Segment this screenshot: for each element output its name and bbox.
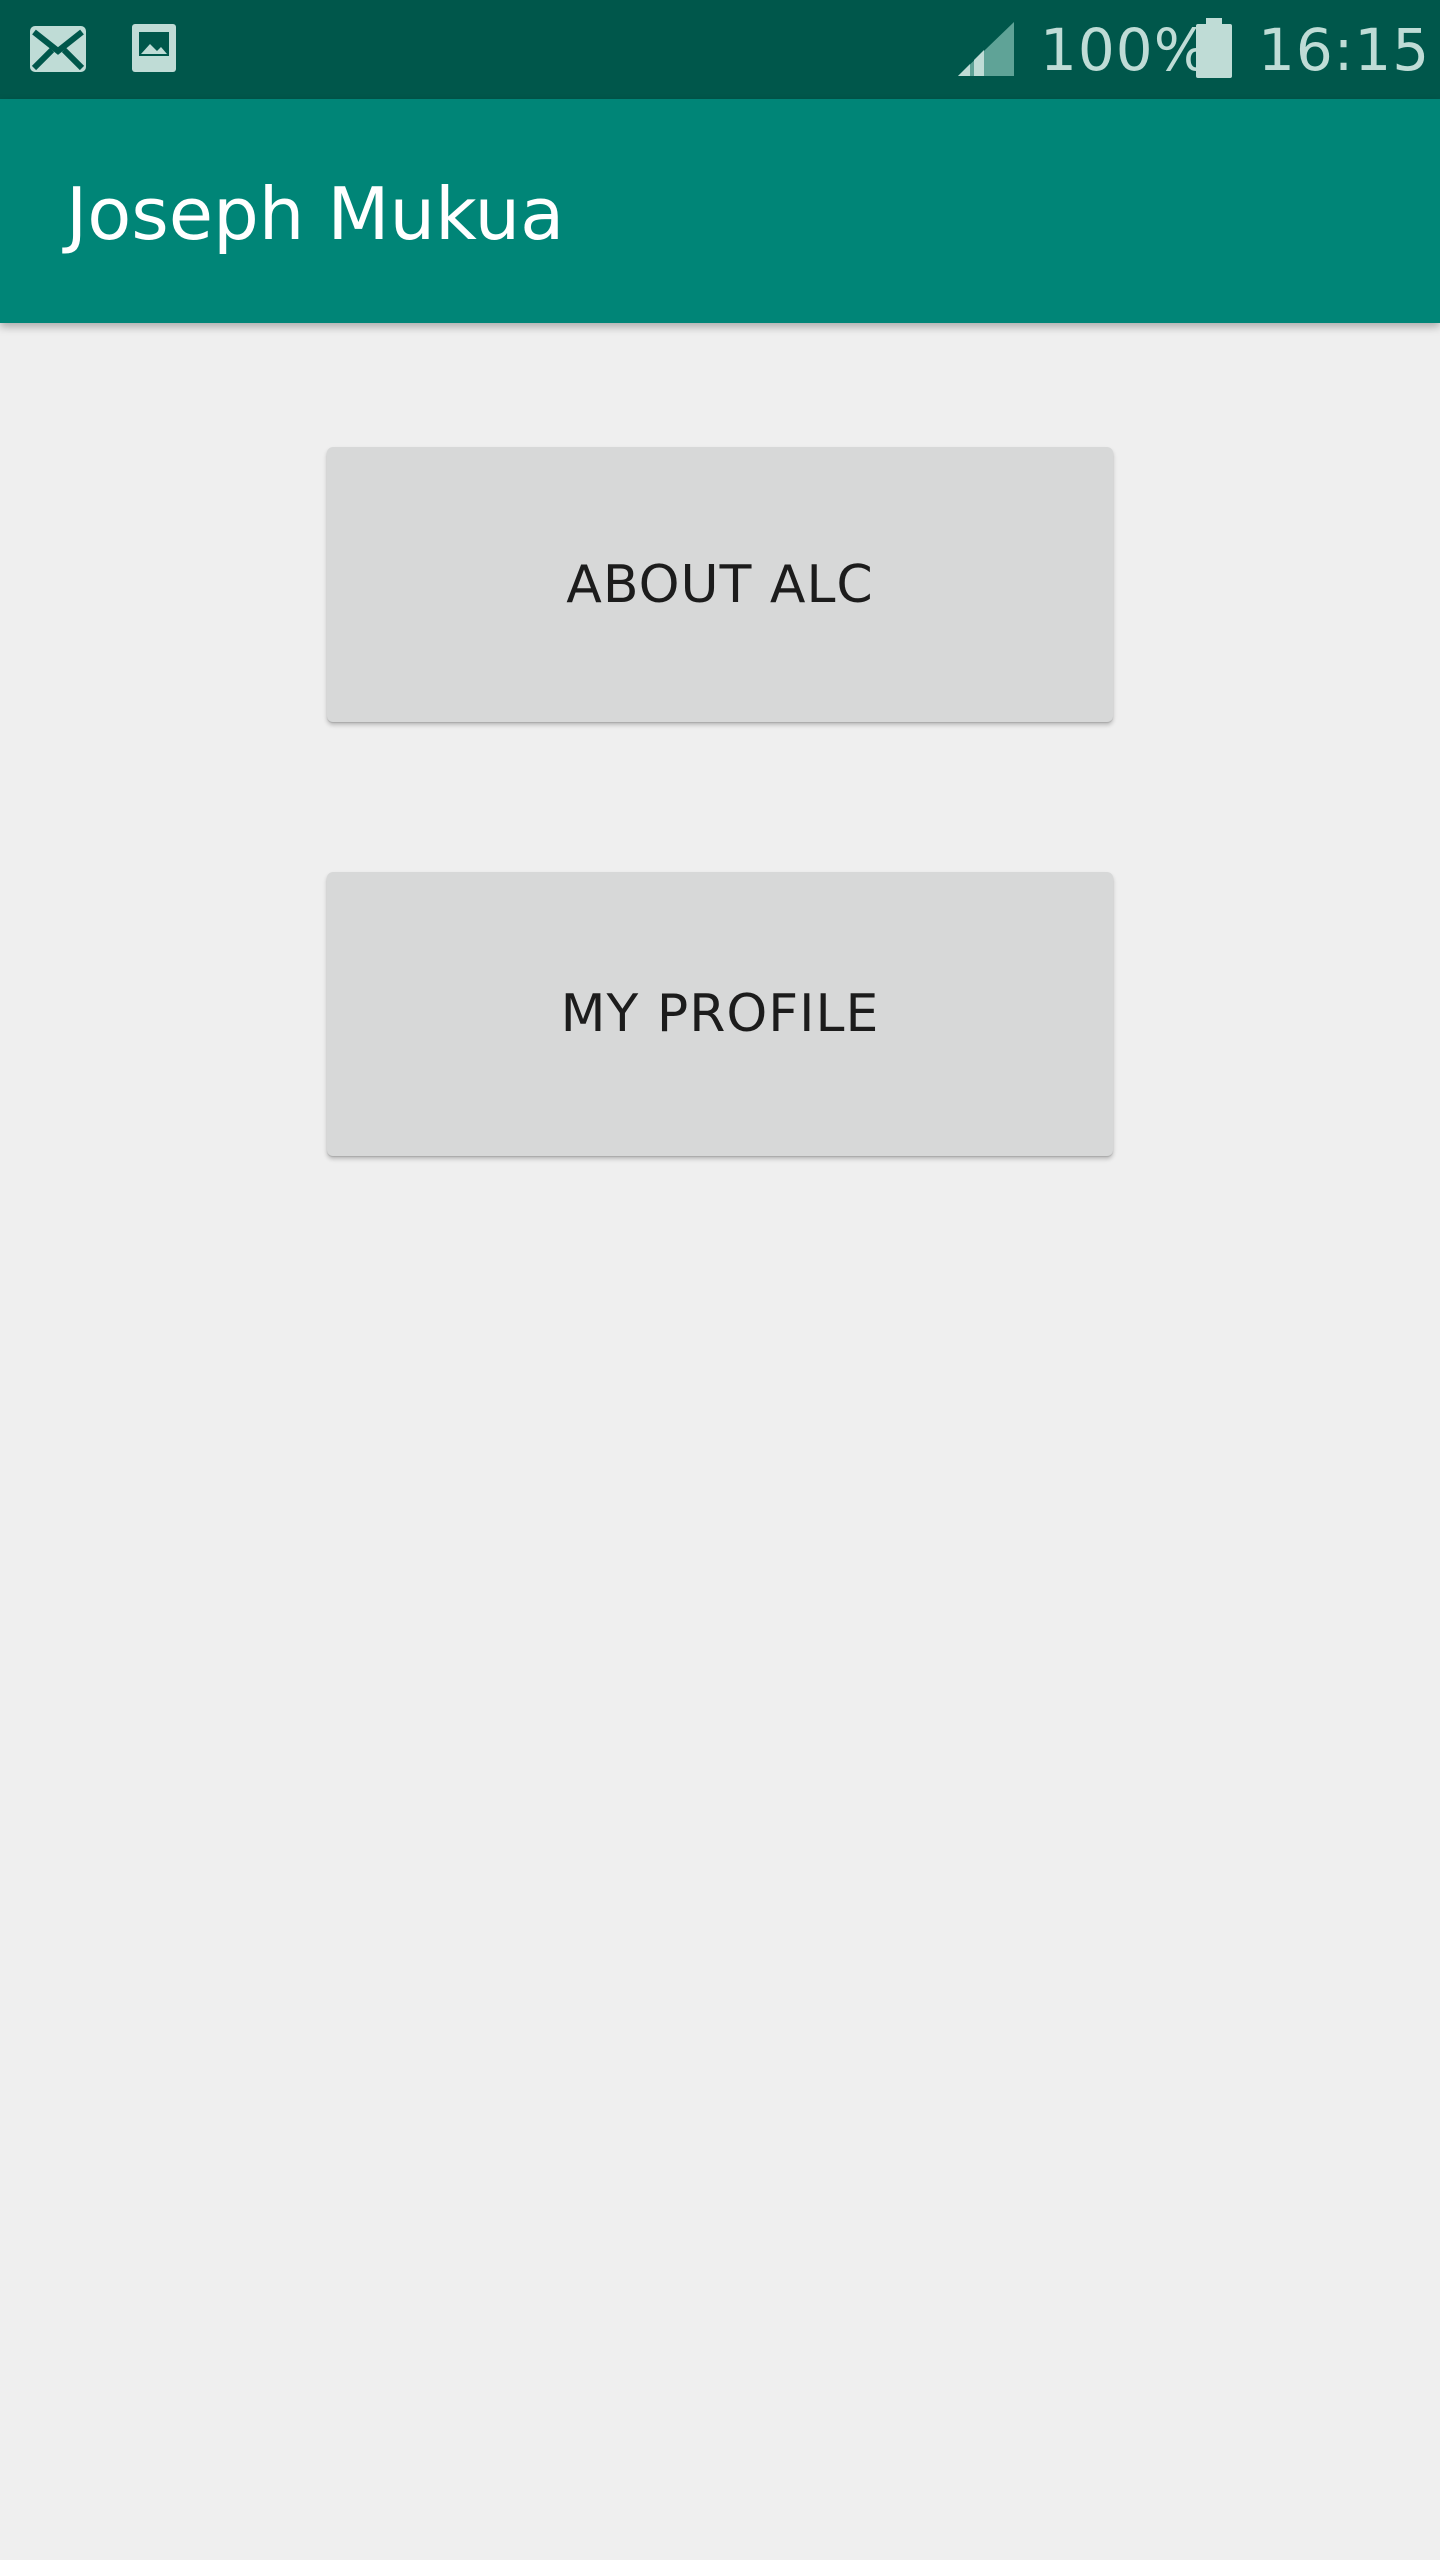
- image-icon: [132, 24, 176, 72]
- status-time: 16:15: [1258, 16, 1431, 84]
- signal-icon: [958, 22, 1014, 76]
- mail-icon: [30, 26, 86, 72]
- battery-icon: [1196, 18, 1232, 78]
- app-title: Joseph Mukua: [66, 172, 565, 256]
- status-bar: 100% 16:15: [0, 0, 1440, 99]
- app-bar: Joseph Mukua: [0, 99, 1440, 323]
- about-alc-button[interactable]: ABOUT ALC: [327, 447, 1113, 722]
- battery-percentage: 100%: [1040, 16, 1210, 84]
- main-content: ABOUT ALC MY PROFILE: [0, 323, 1440, 2560]
- my-profile-button[interactable]: MY PROFILE: [327, 872, 1113, 1156]
